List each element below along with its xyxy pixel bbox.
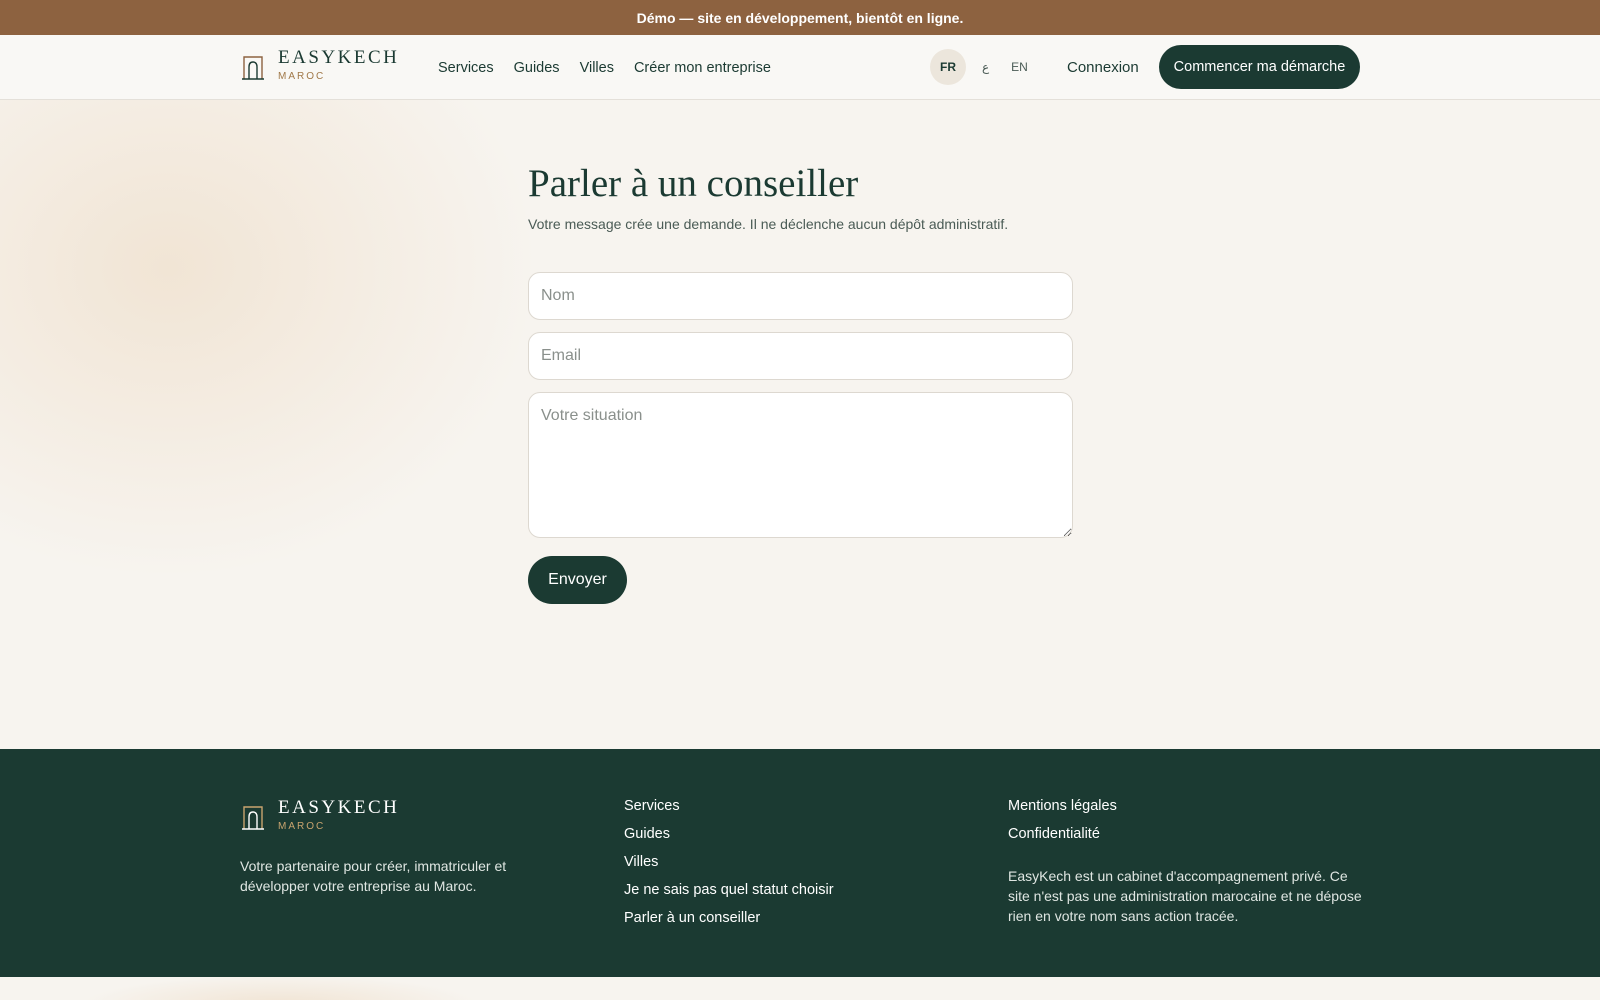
arch-door-icon (242, 806, 264, 830)
footer-brand-tagline: MAROC (278, 821, 326, 832)
email-input[interactable] (528, 332, 1073, 380)
demo-banner-text: Démo — site en développement, bientôt en… (636, 9, 964, 26)
demo-banner: Démo — site en développement, bientôt en… (0, 0, 1600, 35)
arch-door-icon (242, 56, 264, 80)
footer-link-guides[interactable]: Guides (624, 825, 834, 853)
main-nav: Services Guides Villes Créer mon entrepr… (438, 35, 791, 100)
footer-links: Services Guides Villes Je ne sais pas qu… (624, 797, 834, 937)
footer-link-status-help[interactable]: Je ne sais pas quel statut choisir (624, 881, 834, 909)
situation-textarea[interactable] (528, 392, 1073, 538)
lang-en-button[interactable]: EN (1011, 60, 1028, 74)
lang-ar-button[interactable]: ع (982, 60, 989, 74)
nav-services[interactable]: Services (438, 60, 494, 76)
footer-link-legal[interactable]: Mentions légales (1008, 797, 1117, 825)
background-glow (0, 60, 540, 580)
footer-legal-links: Mentions légales Confidentialité (1008, 797, 1117, 853)
footer-link-advisor[interactable]: Parler à un conseiller (624, 909, 834, 937)
footer-link-services[interactable]: Services (624, 797, 834, 825)
lang-fr-button[interactable]: FR (930, 49, 966, 85)
nav-guides[interactable]: Guides (514, 60, 560, 76)
brand-name: EASYKECH (278, 47, 400, 68)
footer-disclaimer: EasyKech est un cabinet d'accompagnement… (1008, 868, 1362, 924)
footer-brand-name: EASYKECH (278, 797, 400, 818)
language-switcher: FR ع EN (930, 49, 1028, 85)
brand-tagline: MAROC (278, 71, 326, 82)
background-glow-bottom (80, 975, 480, 1000)
site-header: EASYKECH MAROC Services Guides Villes Cr… (0, 35, 1600, 100)
name-input[interactable] (528, 272, 1073, 320)
send-button[interactable]: Envoyer (528, 556, 627, 604)
site-footer: EASYKECH MAROC Votre partenaire pour cré… (0, 749, 1600, 977)
page-title: Parler à un conseiller (528, 162, 859, 205)
footer-link-privacy[interactable]: Confidentialité (1008, 825, 1117, 853)
nav-create-company[interactable]: Créer mon entreprise (634, 60, 771, 76)
nav-villes[interactable]: Villes (580, 60, 614, 76)
page-subtitle: Votre message crée une demande. Il ne dé… (528, 216, 1009, 232)
footer-brand-logo[interactable]: EASYKECH MAROC (240, 797, 399, 832)
footer-description: Votre partenaire pour créer, immatricule… (240, 858, 507, 894)
start-process-button[interactable]: Commencer ma démarche (1159, 45, 1360, 89)
contact-form-section: Parler à un conseiller Votre message cré… (528, 160, 1073, 604)
brand-logo[interactable]: EASYKECH MAROC (240, 47, 399, 82)
login-link[interactable]: Connexion (1067, 35, 1139, 100)
footer-link-villes[interactable]: Villes (624, 853, 834, 881)
